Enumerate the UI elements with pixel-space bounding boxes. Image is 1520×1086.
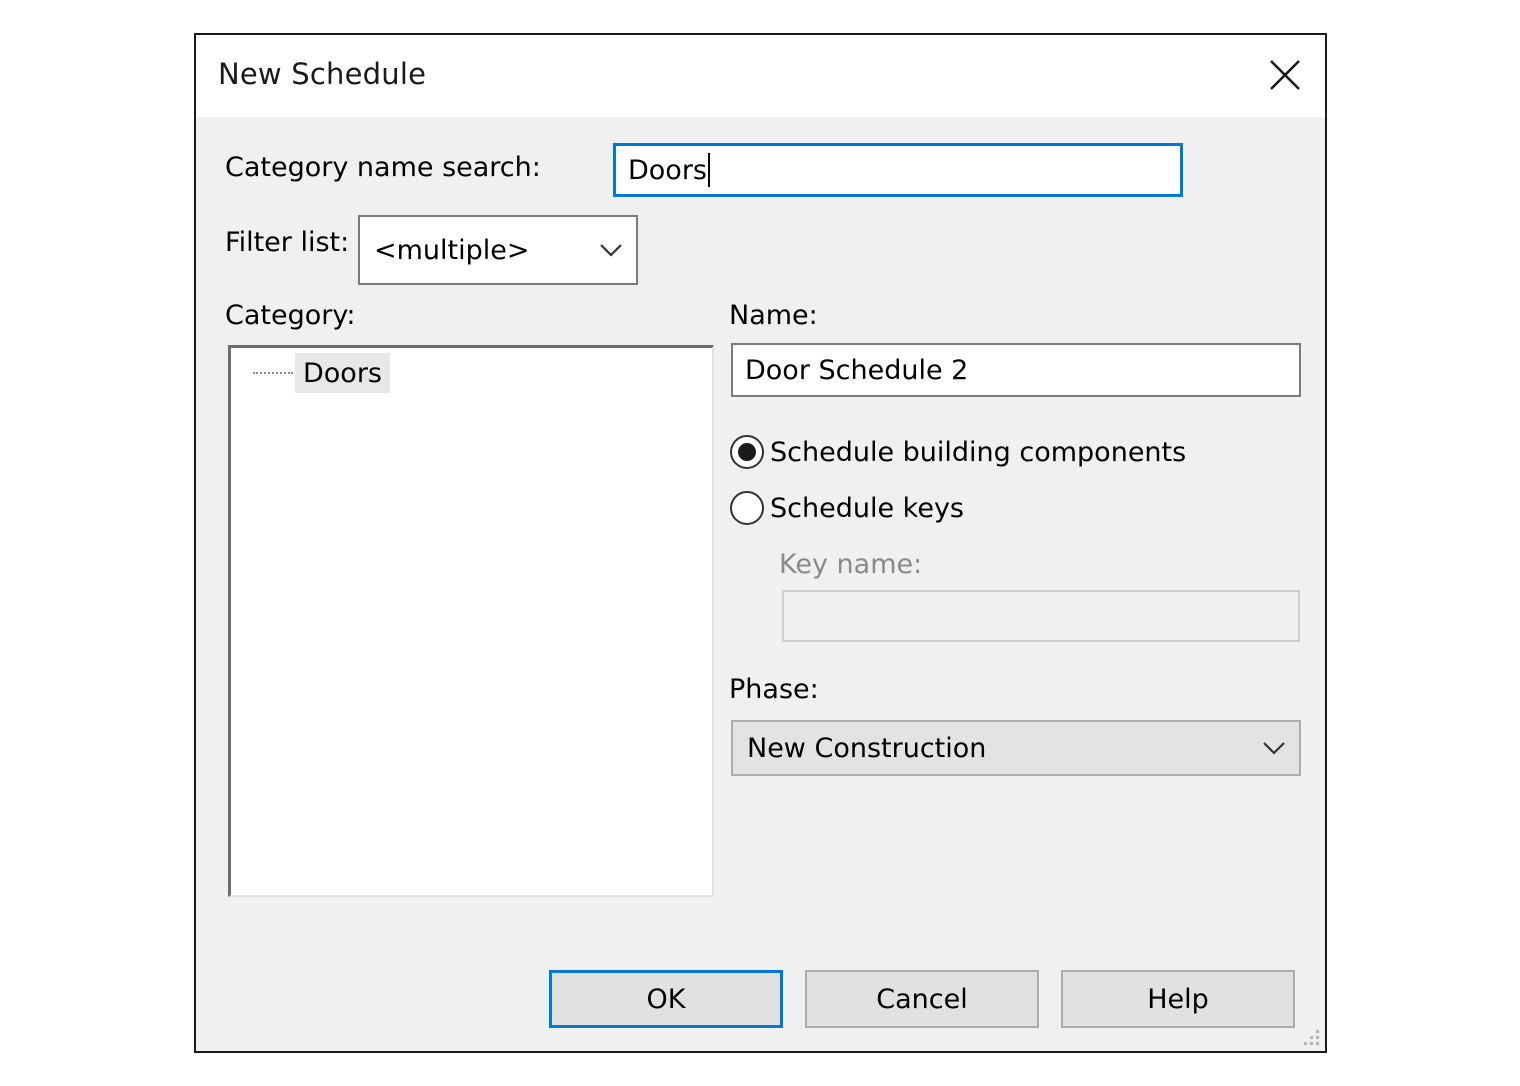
radio-schedule-building-components[interactable]: Schedule building components [730, 435, 1186, 469]
phase-dropdown[interactable]: New Construction [731, 720, 1301, 776]
filter-list-dropdown[interactable]: <multiple> [358, 215, 638, 285]
ok-button[interactable]: OK [549, 970, 783, 1028]
close-icon [1270, 60, 1300, 90]
category-search-input[interactable]: Doors [613, 143, 1183, 197]
dialog-title: New Schedule [218, 57, 427, 91]
schedule-name-value: Door Schedule 2 [745, 354, 969, 386]
name-label: Name: [729, 300, 818, 331]
tree-item-doors[interactable]: Doors [253, 353, 390, 393]
radio-button-unchecked[interactable] [730, 491, 764, 525]
filter-list-label: Filter list: [225, 227, 350, 258]
title-bar: New Schedule [196, 35, 1325, 117]
key-name-label: Key name: [779, 549, 923, 580]
help-button[interactable]: Help [1061, 970, 1295, 1028]
cancel-button[interactable]: Cancel [805, 970, 1039, 1028]
filter-list-value: <multiple> [374, 234, 530, 266]
chevron-down-icon [600, 244, 622, 257]
radio-button-checked[interactable] [730, 435, 764, 469]
category-label: Category: [225, 300, 356, 331]
phase-label: Phase: [729, 674, 819, 705]
radio-label: Schedule keys [770, 492, 964, 524]
phase-value: New Construction [747, 732, 987, 764]
new-schedule-dialog: New Schedule Category name search: Doors… [194, 33, 1327, 1053]
close-button[interactable] [1263, 53, 1307, 97]
key-name-input [782, 590, 1300, 642]
radio-dot [738, 443, 756, 461]
category-search-value: Doors [628, 154, 707, 186]
tree-item-label: Doors [295, 353, 390, 393]
category-tree[interactable]: Doors [228, 345, 714, 897]
category-search-label: Category name search: [225, 152, 541, 183]
chevron-down-icon [1263, 742, 1285, 755]
tree-connector [253, 372, 293, 374]
text-caret [708, 153, 710, 187]
radio-schedule-keys[interactable]: Schedule keys [730, 491, 964, 525]
radio-label: Schedule building components [770, 436, 1187, 468]
schedule-name-input[interactable]: Door Schedule 2 [731, 343, 1301, 397]
resize-grip-icon[interactable] [1298, 1024, 1322, 1048]
